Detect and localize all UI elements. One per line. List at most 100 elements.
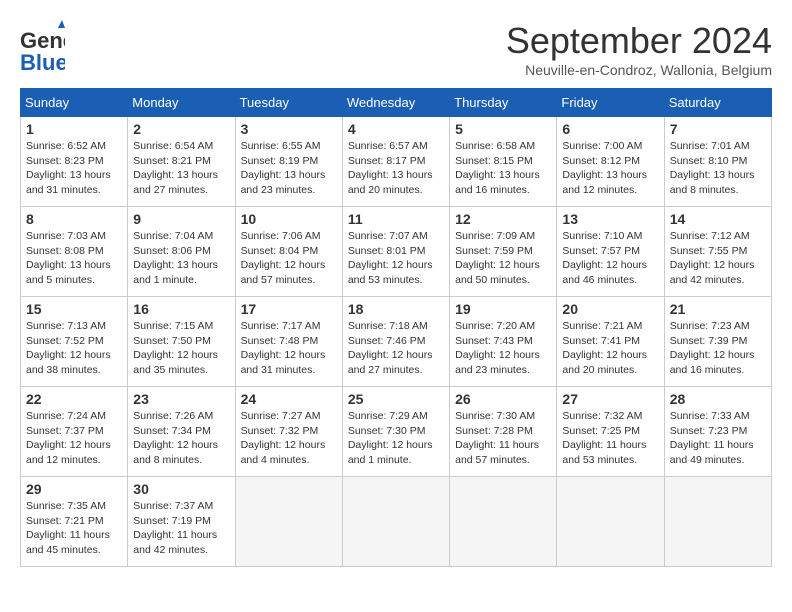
calendar-header-wednesday: Wednesday: [342, 89, 449, 117]
day-number: 1: [26, 121, 122, 137]
day-info: Sunrise: 7:07 AM Sunset: 8:01 PM Dayligh…: [348, 229, 444, 288]
day-number: 21: [670, 301, 766, 317]
calendar-cell-day: 28 Sunrise: 7:33 AM Sunset: 7:23 PM Dayli…: [664, 387, 771, 477]
calendar-cell-day: 20 Sunrise: 7:21 AM Sunset: 7:41 PM Dayli…: [557, 297, 664, 387]
day-info: Sunrise: 7:27 AM Sunset: 7:32 PM Dayligh…: [241, 409, 337, 468]
day-number: 24: [241, 391, 337, 407]
calendar-cell-day: 17 Sunrise: 7:17 AM Sunset: 7:48 PM Dayli…: [235, 297, 342, 387]
month-title: September 2024: [506, 20, 772, 62]
day-info: Sunrise: 7:10 AM Sunset: 7:57 PM Dayligh…: [562, 229, 658, 288]
day-info: Sunrise: 7:00 AM Sunset: 8:12 PM Dayligh…: [562, 139, 658, 198]
day-info: Sunrise: 7:21 AM Sunset: 7:41 PM Dayligh…: [562, 319, 658, 378]
calendar-cell-day: 7 Sunrise: 7:01 AM Sunset: 8:10 PM Daylig…: [664, 117, 771, 207]
location-subtitle: Neuville-en-Condroz, Wallonia, Belgium: [506, 62, 772, 78]
day-info: Sunrise: 7:29 AM Sunset: 7:30 PM Dayligh…: [348, 409, 444, 468]
calendar-cell-day: 23Sunrise: 7:26 AM Sunset: 7:34 PM Dayli…: [128, 387, 235, 477]
day-info: Sunrise: 7:18 AM Sunset: 7:46 PM Dayligh…: [348, 319, 444, 378]
calendar-cell-empty: [664, 477, 771, 567]
calendar-cell-day: 24 Sunrise: 7:27 AM Sunset: 7:32 PM Dayli…: [235, 387, 342, 477]
day-info: Sunrise: 7:35 AM Sunset: 7:21 PM Dayligh…: [26, 499, 122, 558]
day-info: Sunrise: 7:12 AM Sunset: 7:55 PM Dayligh…: [670, 229, 766, 288]
day-number: 9: [133, 211, 229, 227]
day-info: Sunrise: 6:54 AM Sunset: 8:21 PM Dayligh…: [133, 139, 229, 198]
day-number: 20: [562, 301, 658, 317]
calendar-cell-day: 12 Sunrise: 7:09 AM Sunset: 7:59 PM Dayli…: [450, 207, 557, 297]
day-number: 16: [133, 301, 229, 317]
calendar-cell-day: 22 Sunrise: 7:24 AM Sunset: 7:37 PM Dayli…: [21, 387, 128, 477]
day-info: Sunrise: 7:03 AM Sunset: 8:08 PM Dayligh…: [26, 229, 122, 288]
day-number: 7: [670, 121, 766, 137]
calendar-cell-day: 26 Sunrise: 7:30 AM Sunset: 7:28 PM Dayli…: [450, 387, 557, 477]
day-number: 30: [133, 481, 229, 497]
calendar-cell-day: 2 Sunrise: 6:54 AM Sunset: 8:21 PM Daylig…: [128, 117, 235, 207]
calendar-header-saturday: Saturday: [664, 89, 771, 117]
day-number: 6: [562, 121, 658, 137]
calendar-cell-day: 9 Sunrise: 7:04 AM Sunset: 8:06 PM Daylig…: [128, 207, 235, 297]
calendar-cell-empty: [450, 477, 557, 567]
calendar-header-thursday: Thursday: [450, 89, 557, 117]
day-number: 2: [133, 121, 229, 137]
day-info: Sunrise: 7:13 AM Sunset: 7:52 PM Dayligh…: [26, 319, 122, 378]
day-number: 5: [455, 121, 551, 137]
day-number: 12: [455, 211, 551, 227]
day-number: 18: [348, 301, 444, 317]
day-info: Sunrise: 7:01 AM Sunset: 8:10 PM Dayligh…: [670, 139, 766, 198]
day-number: 15: [26, 301, 122, 317]
calendar-header-row: SundayMondayTuesdayWednesdayThursdayFrid…: [21, 89, 772, 117]
calendar-cell-day: 10Sunrise: 7:06 AM Sunset: 8:04 PM Dayli…: [235, 207, 342, 297]
calendar-cell-day: 29 Sunrise: 7:35 AM Sunset: 7:21 PM Dayli…: [21, 477, 128, 567]
calendar-cell-day: 21Sunrise: 7:23 AM Sunset: 7:39 PM Dayli…: [664, 297, 771, 387]
calendar-cell-empty: [342, 477, 449, 567]
day-number: 19: [455, 301, 551, 317]
calendar-header-monday: Monday: [128, 89, 235, 117]
calendar-cell-day: 11 Sunrise: 7:07 AM Sunset: 8:01 PM Dayli…: [342, 207, 449, 297]
calendar-week-row: 22 Sunrise: 7:24 AM Sunset: 7:37 PM Dayli…: [21, 387, 772, 477]
day-info: Sunrise: 7:30 AM Sunset: 7:28 PM Dayligh…: [455, 409, 551, 468]
day-info: Sunrise: 7:06 AM Sunset: 8:04 PM Dayligh…: [241, 229, 337, 288]
calendar-week-row: 1Sunrise: 6:52 AM Sunset: 8:23 PM Daylig…: [21, 117, 772, 207]
day-number: 14: [670, 211, 766, 227]
title-section: September 2024 Neuville-en-Condroz, Wall…: [506, 20, 772, 78]
day-number: 13: [562, 211, 658, 227]
calendar-week-row: 15 Sunrise: 7:13 AM Sunset: 7:52 PM Dayli…: [21, 297, 772, 387]
day-number: 27: [562, 391, 658, 407]
day-info: Sunrise: 7:26 AM Sunset: 7:34 PM Dayligh…: [133, 409, 229, 468]
calendar-cell-day: 16 Sunrise: 7:15 AM Sunset: 7:50 PM Dayli…: [128, 297, 235, 387]
header: General Blue September 2024 Neuville-en-…: [20, 20, 772, 78]
day-number: 17: [241, 301, 337, 317]
calendar-week-row: 8 Sunrise: 7:03 AM Sunset: 8:08 PM Daylig…: [21, 207, 772, 297]
calendar-cell-day: 13 Sunrise: 7:10 AM Sunset: 7:57 PM Dayli…: [557, 207, 664, 297]
calendar-cell-day: 6 Sunrise: 7:00 AM Sunset: 8:12 PM Daylig…: [557, 117, 664, 207]
day-number: 28: [670, 391, 766, 407]
day-info: Sunrise: 7:15 AM Sunset: 7:50 PM Dayligh…: [133, 319, 229, 378]
day-number: 29: [26, 481, 122, 497]
calendar-cell-day: 25Sunrise: 7:29 AM Sunset: 7:30 PM Dayli…: [342, 387, 449, 477]
calendar-cell-day: 18 Sunrise: 7:18 AM Sunset: 7:46 PM Dayli…: [342, 297, 449, 387]
calendar-cell-day: 14 Sunrise: 7:12 AM Sunset: 7:55 PM Dayli…: [664, 207, 771, 297]
calendar-header-friday: Friday: [557, 89, 664, 117]
day-info: Sunrise: 7:09 AM Sunset: 7:59 PM Dayligh…: [455, 229, 551, 288]
calendar-header-sunday: Sunday: [21, 89, 128, 117]
day-info: Sunrise: 7:17 AM Sunset: 7:48 PM Dayligh…: [241, 319, 337, 378]
calendar-cell-day: 19 Sunrise: 7:20 AM Sunset: 7:43 PM Dayli…: [450, 297, 557, 387]
day-number: 26: [455, 391, 551, 407]
calendar-cell-empty: [235, 477, 342, 567]
day-info: Sunrise: 7:24 AM Sunset: 7:37 PM Dayligh…: [26, 409, 122, 468]
calendar-cell-day: 3 Sunrise: 6:55 AM Sunset: 8:19 PM Daylig…: [235, 117, 342, 207]
day-number: 22: [26, 391, 122, 407]
calendar-week-row: 29 Sunrise: 7:35 AM Sunset: 7:21 PM Dayli…: [21, 477, 772, 567]
day-info: Sunrise: 7:20 AM Sunset: 7:43 PM Dayligh…: [455, 319, 551, 378]
logo: General Blue: [20, 20, 67, 75]
calendar-table: SundayMondayTuesdayWednesdayThursdayFrid…: [20, 88, 772, 567]
day-number: 3: [241, 121, 337, 137]
day-number: 11: [348, 211, 444, 227]
day-info: Sunrise: 6:57 AM Sunset: 8:17 PM Dayligh…: [348, 139, 444, 198]
calendar-cell-day: 4Sunrise: 6:57 AM Sunset: 8:17 PM Daylig…: [342, 117, 449, 207]
calendar-cell-day: 27Sunrise: 7:32 AM Sunset: 7:25 PM Dayli…: [557, 387, 664, 477]
calendar-cell-day: 5Sunrise: 6:58 AM Sunset: 8:15 PM Daylig…: [450, 117, 557, 207]
calendar-cell-day: 15 Sunrise: 7:13 AM Sunset: 7:52 PM Dayli…: [21, 297, 128, 387]
day-info: Sunrise: 6:55 AM Sunset: 8:19 PM Dayligh…: [241, 139, 337, 198]
day-number: 8: [26, 211, 122, 227]
day-info: Sunrise: 7:33 AM Sunset: 7:23 PM Dayligh…: [670, 409, 766, 468]
day-info: Sunrise: 7:04 AM Sunset: 8:06 PM Dayligh…: [133, 229, 229, 288]
